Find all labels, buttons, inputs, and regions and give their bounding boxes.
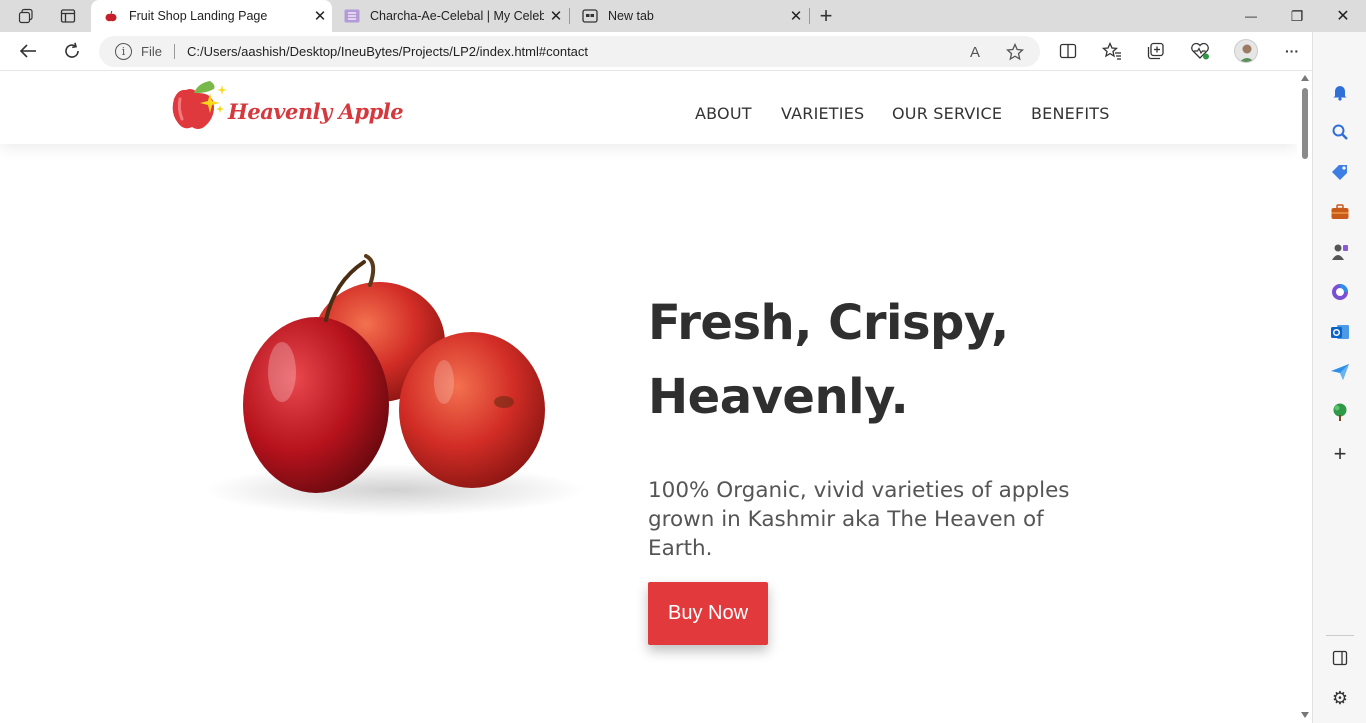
apple-logo-icon	[172, 81, 227, 129]
close-tab-icon[interactable]: ✕	[544, 4, 568, 28]
url-text[interactable]: C:/Users/aashish/Desktop/IneuBytes/Proje…	[187, 44, 588, 59]
tab-fruit-shop[interactable]: Fruit Shop Landing Page ✕	[91, 0, 332, 32]
shopping-tag-icon[interactable]	[1328, 160, 1352, 184]
close-tab-icon[interactable]: ✕	[308, 4, 332, 28]
nav-link-benefits[interactable]: BENEFITS	[1031, 104, 1110, 123]
tab-title: Charcha-Ae-Celebal | My Celebal	[370, 9, 544, 23]
site-header: Heavenly Apple ABOUT VARIETIES OUR SERVI…	[0, 71, 1297, 144]
web-page: Heavenly Apple ABOUT VARIETIES OUR SERVI…	[0, 71, 1297, 723]
add-icon[interactable]: +	[1328, 441, 1352, 466]
sidebar-divider	[1326, 635, 1354, 636]
refresh-icon[interactable]	[57, 37, 87, 65]
logo-text: Heavenly Apple	[228, 99, 404, 124]
site-info-icon[interactable]: i	[115, 43, 132, 60]
collections-icon[interactable]	[1141, 37, 1171, 65]
outlook-icon[interactable]	[1328, 320, 1352, 344]
buy-now-button[interactable]: Buy Now	[648, 582, 768, 645]
minimize-icon[interactable]: —	[1228, 0, 1274, 32]
microsoft365-icon[interactable]	[1328, 280, 1352, 304]
scroll-thumb[interactable]	[1302, 88, 1308, 159]
hero-title-line-2: Heavenly.	[648, 369, 909, 425]
settings-icon[interactable]: ⚙	[1328, 686, 1352, 710]
list-favicon-icon	[344, 8, 360, 24]
hero-apples-image	[174, 242, 628, 546]
site-logo[interactable]: Heavenly Apple	[170, 79, 404, 135]
hero-subtitle: 100% Organic, vivid varieties of apples …	[648, 478, 1070, 561]
apple-favicon-icon	[103, 8, 119, 24]
address-bar[interactable]: i File C:/Users/aashish/Desktop/IneuByte…	[99, 36, 1040, 67]
back-icon[interactable]	[13, 37, 43, 65]
search-icon[interactable]	[1328, 120, 1352, 144]
tab-charcha[interactable]: Charcha-Ae-Celebal | My Celebal ✕	[332, 0, 568, 32]
hero-title: Fresh, Crispy, Heavenly.	[648, 286, 1168, 434]
new-tab-icon[interactable]: +	[812, 3, 840, 28]
address-separator	[174, 44, 175, 59]
more-icon[interactable]: ···	[1277, 37, 1307, 65]
tab-new-tab[interactable]: New tab ✕	[570, 0, 808, 32]
hero-title-line-1: Fresh, Crispy,	[648, 295, 1009, 351]
tab-separator	[809, 8, 810, 24]
scroll-up-arrow-icon[interactable]	[1301, 75, 1309, 81]
close-tab-icon[interactable]: ✕	[784, 4, 808, 28]
split-screen-icon[interactable]	[1053, 37, 1083, 65]
browser-sidebar: + ⚙	[1312, 32, 1366, 723]
restore-icon[interactable]: ❐	[1274, 0, 1320, 32]
sidebar-toggle-icon[interactable]	[1328, 646, 1352, 670]
tab-title: Fruit Shop Landing Page	[129, 9, 268, 23]
browser-toolbar: i File C:/Users/aashish/Desktop/IneuByte…	[0, 32, 1366, 71]
scheme-label: File	[141, 44, 162, 59]
read-aloud-icon[interactable]: A	[964, 41, 986, 63]
games-icon[interactable]	[1328, 240, 1352, 264]
tab-strip: Fruit Shop Landing Page ✕ Charcha-Ae-Cel…	[0, 0, 1366, 32]
tab-actions-icon[interactable]	[54, 4, 82, 28]
tab-title: New tab	[608, 9, 654, 23]
nav-link-about[interactable]: ABOUT	[695, 104, 752, 123]
window-close-icon[interactable]: ✕	[1320, 0, 1366, 32]
send-icon[interactable]	[1328, 360, 1352, 384]
favorite-star-icon[interactable]	[1004, 41, 1026, 63]
notifications-icon[interactable]	[1328, 80, 1352, 104]
favorites-icon[interactable]	[1097, 37, 1127, 65]
tools-icon[interactable]	[1328, 200, 1352, 224]
nav-link-our-service[interactable]: OUR SERVICE	[892, 104, 1002, 123]
page-scrollbar[interactable]	[1297, 71, 1312, 723]
browser-essentials-icon[interactable]	[1185, 37, 1215, 65]
workspaces-icon[interactable]	[12, 4, 40, 28]
scroll-down-arrow-icon[interactable]	[1301, 712, 1309, 718]
nav-link-varieties[interactable]: VARIETIES	[781, 104, 864, 123]
tree-icon[interactable]	[1328, 400, 1352, 424]
profile-icon[interactable]	[1234, 39, 1258, 63]
newtab-favicon-icon	[582, 8, 598, 24]
